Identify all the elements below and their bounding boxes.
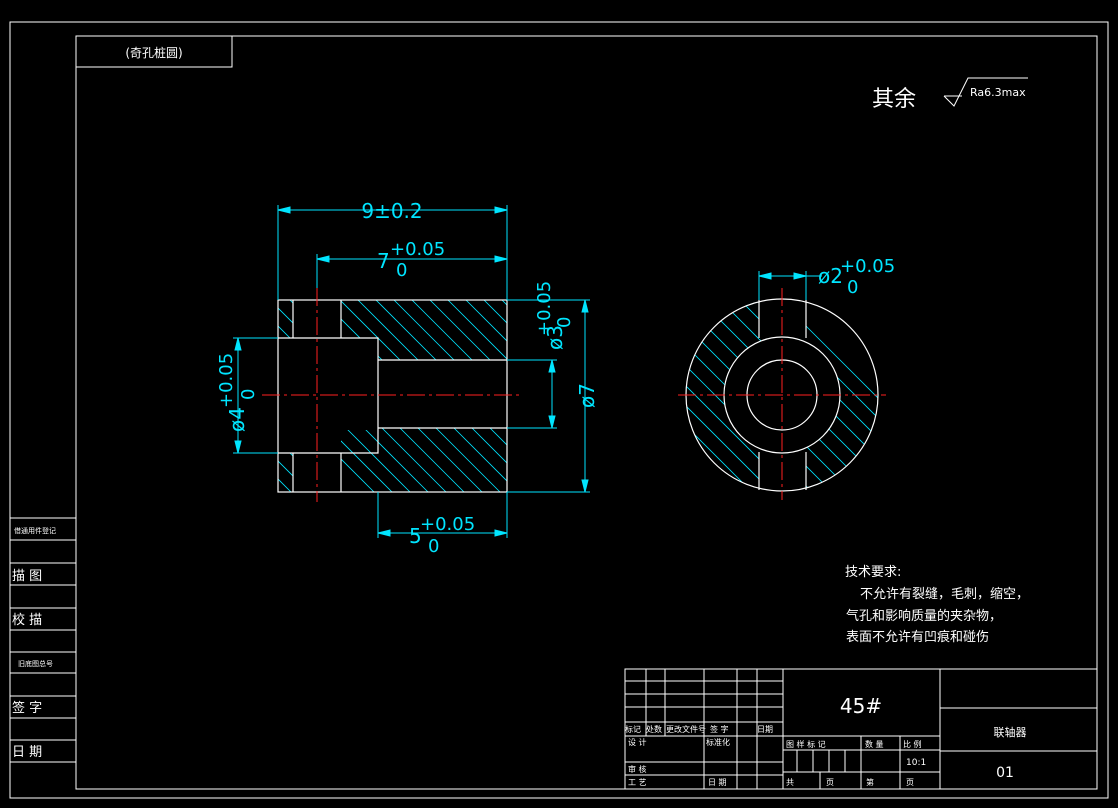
side-label-check: 校 描 <box>12 612 42 628</box>
tech-line-3: 表面不允许有凹痕和碰伤 <box>846 629 989 645</box>
label-scale: 比 例 <box>903 739 922 749</box>
hdr-count: 处数 <box>646 724 662 734</box>
dim-diam-left-tol-lower: 0 <box>238 389 259 400</box>
dim-bore-depth: 7 <box>377 249 390 273</box>
tech-line-1: 不允许有裂缝，毛刺，缩空， <box>860 586 1029 602</box>
side-label-old-no: 旧底图总号 <box>18 659 53 668</box>
dim-overall-length: 9±0.2 <box>361 199 422 223</box>
outer-border <box>9 21 1109 799</box>
dim-bore-depth-tol-lower: 0 <box>396 260 407 281</box>
dim-diam-small-tol-lower: 0 <box>554 317 575 328</box>
dim-diam-small-tol-upper: +0.05 <box>534 281 555 336</box>
label-page: 页 <box>906 778 914 787</box>
corner-label: (奇孔桩圆) <box>125 45 182 60</box>
end-view <box>678 271 886 500</box>
hdr-mark: 标记 <box>625 724 641 734</box>
side-label-date: 日 期 <box>12 745 42 760</box>
roughness-prefix: 其余 <box>872 87 916 112</box>
roughness-value: Ra6.3max <box>970 86 1026 99</box>
label-total: 共 <box>786 778 794 787</box>
drawing-canvas: (奇孔桩圆) 其余 Ra6.3max 9±0.2 7 +0.05 0 5 +0.… <box>9 21 1109 799</box>
hatch-bottom <box>341 428 507 492</box>
scale-value: 10:1 <box>906 758 926 768</box>
dim-diam-outer: ø7 <box>575 383 599 408</box>
dim-step-length-tol-lower: 0 <box>428 536 439 557</box>
label-standardize: 标准化 <box>706 737 730 747</box>
drawing-no: 01 <box>996 765 1014 781</box>
side-label-sign: 签 字 <box>12 700 42 716</box>
dim-bore-depth-tol-upper: +0.05 <box>390 239 445 260</box>
dim-hole-diam-tol-lower: 0 <box>847 277 858 298</box>
side-label-reg: 借通用件登记 <box>14 526 56 535</box>
side-label-trace: 描 图 <box>12 569 42 584</box>
label-page-no: 第 <box>866 777 874 787</box>
label-sheet: 页 <box>826 778 834 787</box>
dim-diam-left-tol-upper: +0.05 <box>216 353 237 408</box>
hdr-sign: 签 字 <box>710 724 729 734</box>
dim-step-length-tol-upper: +0.05 <box>420 514 475 535</box>
label-process: 工 艺 <box>628 778 647 787</box>
hdr-date: 日期 <box>757 725 773 734</box>
label-review: 审 核 <box>628 764 647 774</box>
tech-line-2: 气孔和影响质量的夹杂物， <box>846 608 1002 624</box>
part-name: 联轴器 <box>994 725 1027 739</box>
hdr-change-doc: 更改文件号 <box>666 724 706 734</box>
material: 45# <box>840 694 882 718</box>
label-weight: 数 量 <box>865 739 884 749</box>
label-stage: 图 样 标 记 <box>786 739 826 749</box>
dim-hole-diam-tol-upper: +0.05 <box>840 256 895 277</box>
label-date: 日 期 <box>708 778 727 787</box>
label-design: 设 计 <box>628 737 647 747</box>
tech-title: 技术要求: <box>845 565 901 580</box>
side-column <box>10 517 76 763</box>
dim-diam-left: ø4 <box>225 407 249 432</box>
